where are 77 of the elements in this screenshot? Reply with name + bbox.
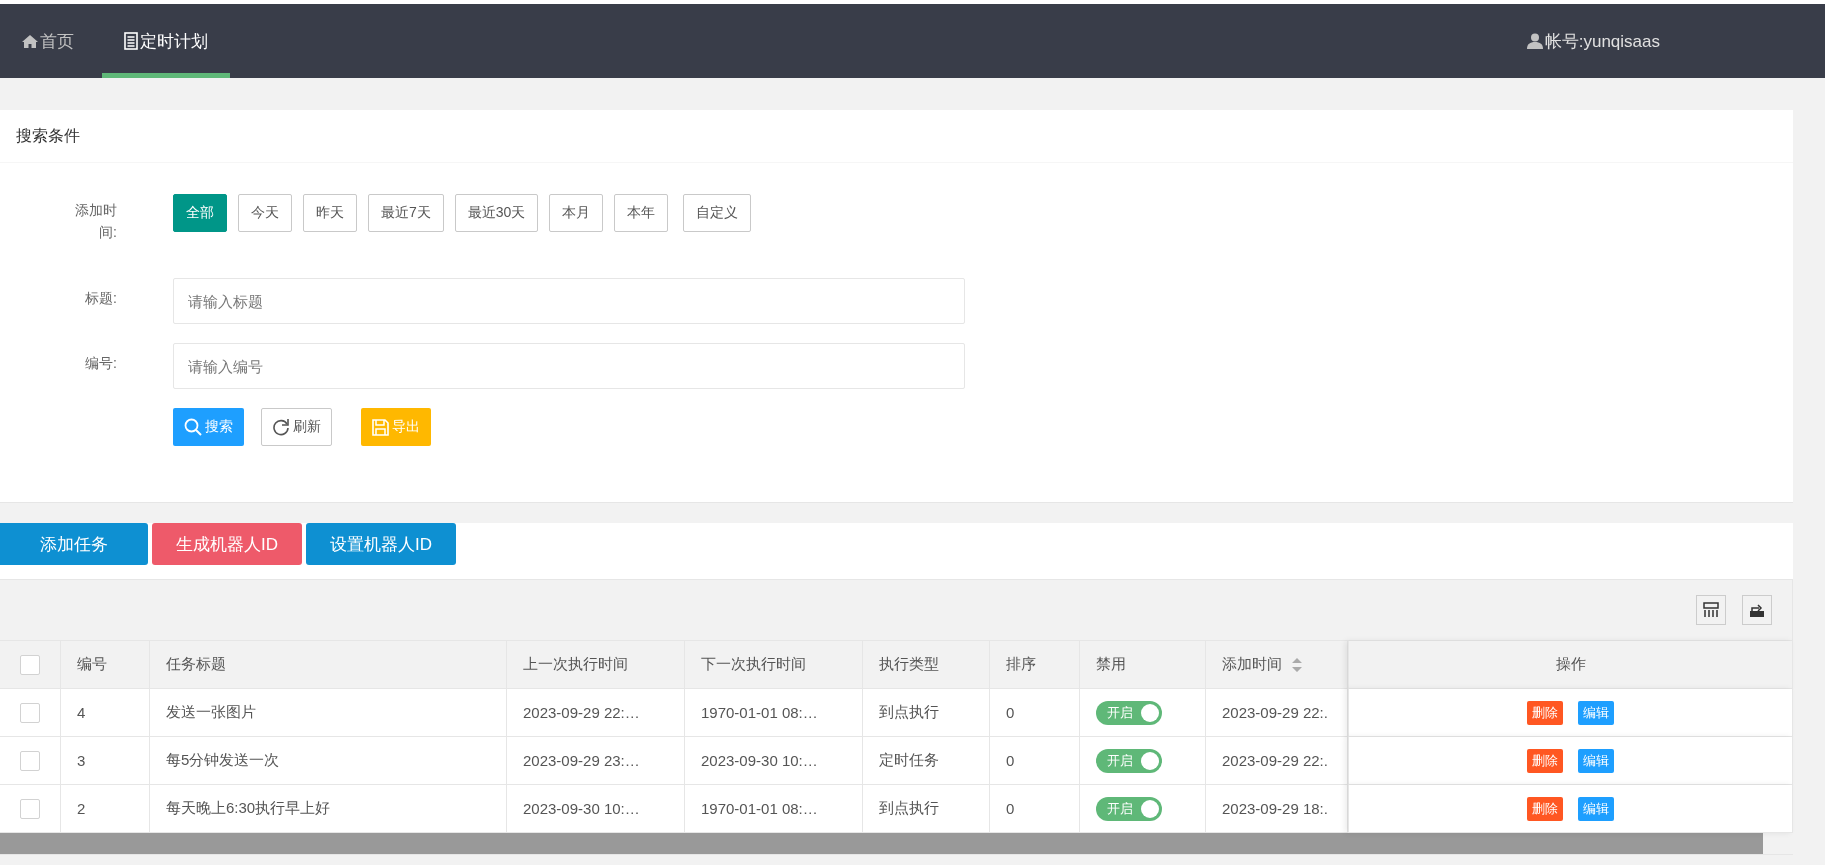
horizontal-scrollbar[interactable] <box>0 833 1763 854</box>
search-icon <box>184 418 202 436</box>
table-cell: 0 <box>1006 752 1015 769</box>
table-cell: 2023-09-30 10:… <box>523 800 640 817</box>
row-checkbox[interactable] <box>20 798 40 819</box>
toggle-switch[interactable]: 开启 <box>1096 796 1162 821</box>
nav-tab[interactable]: 定时计划 <box>102 4 230 78</box>
columns-icon <box>1703 602 1719 618</box>
column-header: 任务标题 <box>166 655 226 674</box>
table-cell: 发送一张图片 <box>166 703 256 722</box>
date-filter-button[interactable]: 最近7天 <box>368 194 444 232</box>
action-button[interactable]: 生成机器人ID <box>152 523 302 565</box>
table-cell: 2 <box>77 800 86 817</box>
sort-icon <box>1292 657 1302 672</box>
table-cell: 每天晚上6:30执行早上好 <box>166 799 331 818</box>
column-header: 排序 <box>1006 655 1036 674</box>
table-cell: 每5分钟发送一次 <box>166 751 280 770</box>
date-filter-button[interactable]: 自定义 <box>683 194 752 232</box>
export-icon <box>1749 602 1765 618</box>
edit-button[interactable]: 编辑 <box>1578 796 1614 821</box>
account-label: 帐号:yunqisaas <box>1544 30 1660 53</box>
column-header: 执行类型 <box>879 655 939 674</box>
table-cell: 2023-09-29 22:… <box>523 704 640 721</box>
action-button[interactable]: 添加任务 <box>0 523 148 565</box>
table-cell: 2023-09-29 23:… <box>523 752 640 769</box>
delete-button[interactable]: 删除 <box>1527 748 1563 773</box>
delete-button[interactable]: 删除 <box>1527 796 1563 821</box>
toggle-switch[interactable]: 开启 <box>1096 748 1162 773</box>
table-cell: 2023-09-29 22:. <box>1222 752 1328 769</box>
date-filter-button[interactable]: 本月 <box>549 194 604 232</box>
table-cell: 1970-01-01 08:… <box>701 704 818 721</box>
input-field[interactable]: 请输入编号 <box>173 343 965 389</box>
field-label: 编号: <box>84 354 117 373</box>
column-header: 禁用 <box>1096 655 1126 674</box>
refresh-button[interactable]: 刷新 <box>261 408 332 446</box>
column-header: 编号 <box>77 655 107 674</box>
field-label: 标题: <box>84 289 117 308</box>
edit-button[interactable]: 编辑 <box>1578 748 1614 773</box>
table-cell: 到点执行 <box>879 799 939 818</box>
table-cell: 0 <box>1006 704 1015 721</box>
columns-button[interactable] <box>1696 595 1726 625</box>
panel-title: 搜索条件 <box>0 110 1793 163</box>
delete-button[interactable]: 删除 <box>1527 700 1563 725</box>
date-filter-button[interactable]: 全部 <box>173 194 227 232</box>
home-icon <box>22 34 38 48</box>
select-all-checkbox[interactable] <box>20 654 40 675</box>
export-button[interactable] <box>1742 595 1772 625</box>
row-checkbox[interactable] <box>20 702 40 723</box>
table-cell: 到点执行 <box>879 703 939 722</box>
date-filter-button[interactable]: 最近30天 <box>454 194 539 232</box>
date-filter-button[interactable]: 昨天 <box>303 194 357 232</box>
field-label: 添加时间: <box>74 201 117 242</box>
table-cell: 定时任务 <box>879 751 939 770</box>
row-checkbox[interactable] <box>20 750 40 771</box>
date-filter-button[interactable]: 本年 <box>614 194 669 232</box>
document-icon <box>124 32 138 50</box>
search-button[interactable]: 搜索 <box>173 408 244 446</box>
input-field[interactable]: 请输入标题 <box>173 278 965 324</box>
toggle-switch[interactable]: 开启 <box>1096 700 1162 725</box>
column-header: 添加时间 <box>1222 655 1282 674</box>
table-cell: 3 <box>77 752 86 769</box>
table-cell: 0 <box>1006 800 1015 817</box>
refresh-icon <box>272 418 290 436</box>
nav-tab[interactable]: 首页 <box>4 4 92 78</box>
table-cell: 1970-01-01 08:… <box>701 800 818 817</box>
edit-button[interactable]: 编辑 <box>1578 700 1614 725</box>
floppy-icon <box>372 418 389 436</box>
user-icon <box>1526 33 1543 49</box>
table-cell: 4 <box>77 704 86 721</box>
table-cell: 2023-09-30 10:… <box>701 752 818 769</box>
column-header: 上一次执行时间 <box>523 655 628 674</box>
action-button[interactable]: 设置机器人ID <box>306 523 456 565</box>
table-cell: 2023-09-29 18:. <box>1222 800 1328 817</box>
table-cell: 2023-09-29 22:. <box>1222 704 1328 721</box>
column-header: 下一次执行时间 <box>701 655 806 674</box>
column-header: 操作 <box>1555 655 1586 674</box>
date-filter-button[interactable]: 今天 <box>238 194 292 232</box>
